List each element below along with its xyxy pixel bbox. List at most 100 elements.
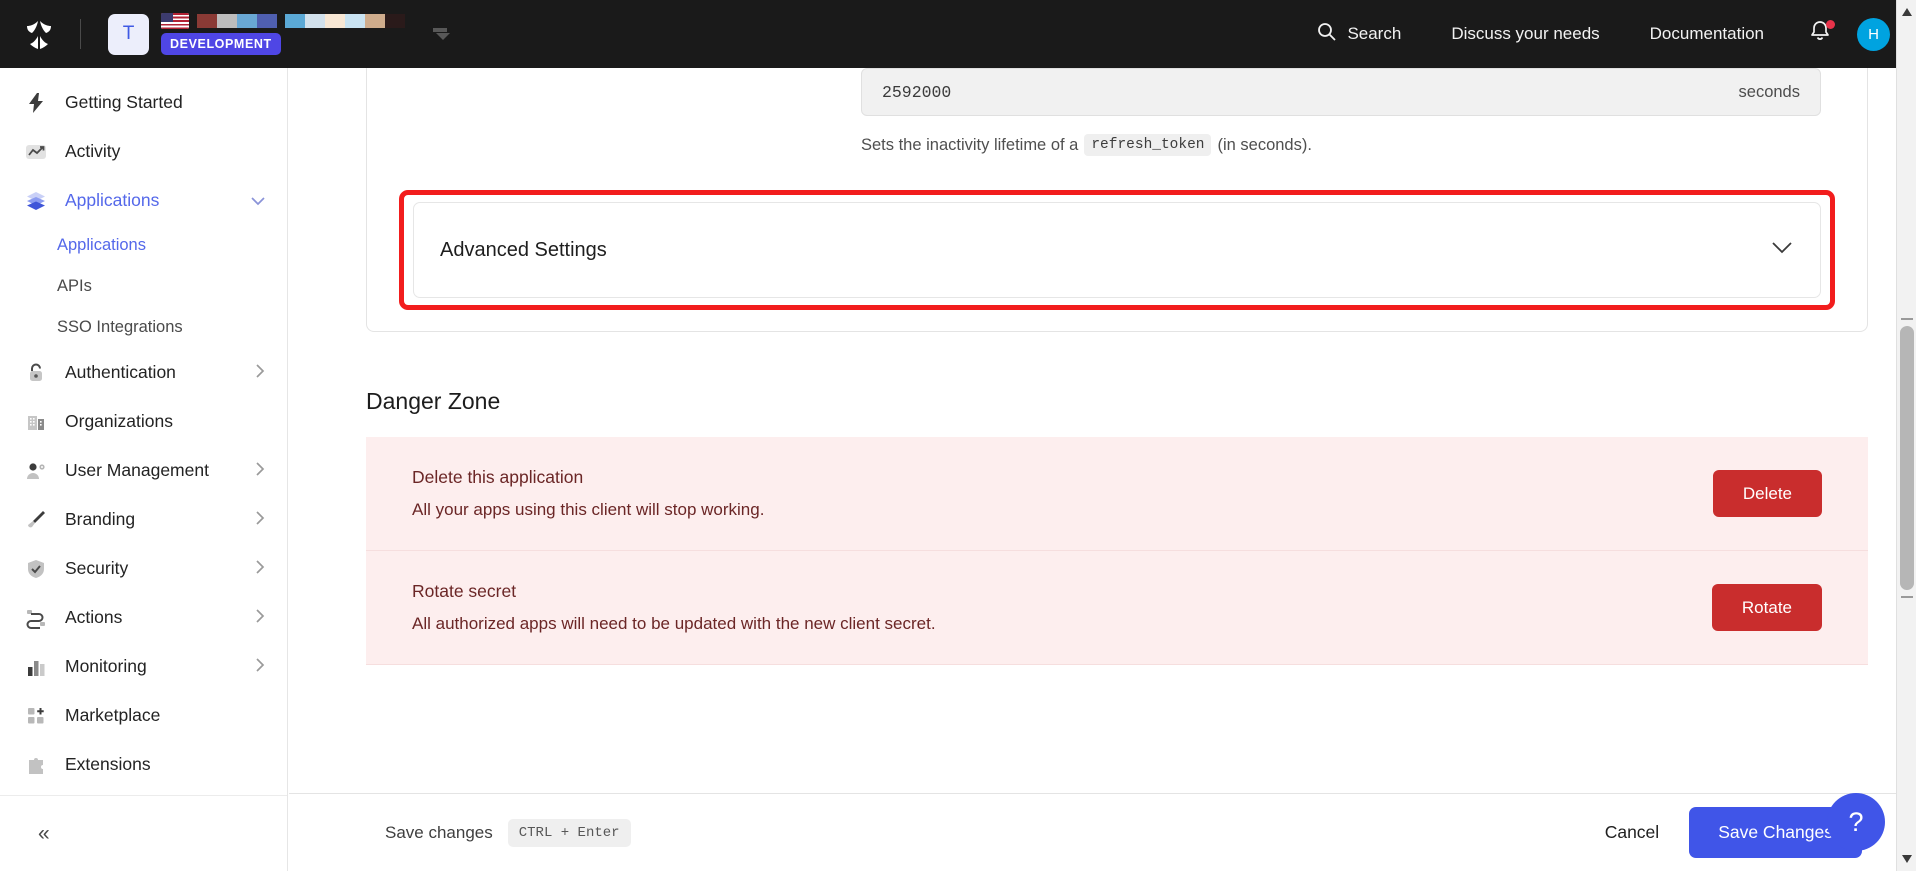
- chevron-right-icon[interactable]: [256, 460, 265, 481]
- user-gear-icon: [24, 459, 48, 483]
- sidebar-item-activity[interactable]: Activity: [0, 127, 287, 176]
- danger-action-button[interactable]: Rotate: [1711, 584, 1822, 631]
- color-swatch: [285, 14, 305, 28]
- chevron-right-icon[interactable]: [256, 607, 265, 628]
- discuss-needs-nav-item[interactable]: Discuss your needs: [1426, 0, 1624, 68]
- scrollbar-tick: [1901, 596, 1913, 598]
- sidebar-subitem-applications[interactable]: Applications: [0, 225, 287, 266]
- page-scrollbar-thumb[interactable]: [1900, 326, 1914, 590]
- tenant-avatar-tile[interactable]: T: [108, 13, 149, 55]
- bolt-icon: [24, 91, 48, 115]
- main-content: 2592000 seconds Sets the inactivity life…: [289, 68, 1896, 871]
- bar-chart-icon: [24, 655, 48, 679]
- color-swatch-group-2: [285, 14, 405, 28]
- avatar[interactable]: H: [1857, 17, 1890, 51]
- color-swatch: [217, 14, 237, 28]
- page-scroll-down-arrow-icon[interactable]: [1897, 849, 1916, 869]
- sidebar-item-label: Organizations: [65, 411, 173, 431]
- chevron-down-icon[interactable]: [431, 27, 453, 41]
- tenant-initial: T: [122, 23, 135, 44]
- chevron-right-icon[interactable]: [256, 362, 265, 383]
- sidebar-item-extensions[interactable]: Extensions: [0, 740, 287, 789]
- chevron-right-icon[interactable]: [256, 558, 265, 579]
- chevron-down-icon[interactable]: [1772, 241, 1792, 259]
- save-shortcut-hint: CTRL + Enter: [507, 818, 631, 847]
- sidebar-item-label: Authentication: [65, 362, 176, 382]
- sidebar-footer: «: [0, 795, 287, 871]
- sidebar: Getting Started Activity Applications Appli…: [0, 68, 288, 871]
- tenant-swatch-row: [161, 13, 405, 29]
- color-swatch: [257, 14, 277, 28]
- field-label-column: [413, 68, 861, 156]
- layers-icon: [24, 189, 48, 213]
- color-swatch-group-1: [197, 14, 277, 28]
- sidebar-item-branding[interactable]: Branding: [0, 495, 287, 544]
- search-icon: [1317, 22, 1337, 46]
- sidebar-item-label: Monitoring: [65, 656, 147, 676]
- refresh-token-lifetime-input[interactable]: 2592000 seconds: [861, 68, 1821, 116]
- sidebar-subitem-apis[interactable]: APIs: [0, 266, 287, 307]
- color-swatch: [197, 14, 217, 28]
- refresh-token-lifetime-value: 2592000: [882, 82, 952, 102]
- sidebar-item-label: Extensions: [65, 754, 151, 774]
- advanced-settings-wrapper: Advanced Settings: [399, 190, 1835, 310]
- refresh-token-lifetime-row: 2592000 seconds Sets the inactivity life…: [367, 68, 1867, 156]
- sidebar-subitem-label: Applications: [57, 236, 146, 254]
- color-swatch: [305, 14, 325, 28]
- puzzle-icon: [24, 753, 48, 777]
- sidebar-item-label: Marketplace: [65, 705, 161, 725]
- danger-row-title: Rotate secret: [412, 581, 517, 601]
- color-swatch: [237, 14, 257, 28]
- sidebar-item-marketplace[interactable]: Marketplace: [0, 691, 287, 740]
- paintbrush-icon: [24, 508, 48, 532]
- save-hint-label: Save changes: [385, 822, 493, 842]
- color-swatch: [385, 14, 405, 28]
- chevron-right-icon[interactable]: [256, 656, 265, 677]
- sidebar-item-actions[interactable]: Actions: [0, 593, 287, 642]
- flow-icon: [24, 606, 48, 630]
- double-chevron-left-icon[interactable]: «: [38, 822, 50, 846]
- danger-row-description: All authorized apps will need to be upda…: [412, 614, 936, 633]
- header-divider: [80, 19, 81, 49]
- scrollbar-tick: [1901, 318, 1913, 320]
- help-button[interactable]: ?: [1827, 793, 1885, 851]
- advanced-settings-accordion[interactable]: Advanced Settings: [413, 202, 1821, 298]
- settings-card: 2592000 seconds Sets the inactivity life…: [366, 68, 1868, 332]
- tenant-info: DEVELOPMENT: [161, 13, 405, 55]
- top-header-bar: T DEVELOPMENT Search Discuss your needs …: [0, 0, 1916, 68]
- settings-content: 2592000 seconds Sets the inactivity life…: [289, 68, 1896, 665]
- sidebar-nav-list: Getting Started Activity Applications Appli…: [0, 68, 287, 795]
- sidebar-item-getting-started[interactable]: Getting Started: [0, 78, 287, 127]
- documentation-nav-item[interactable]: Documentation: [1625, 0, 1789, 68]
- shield-logo-icon[interactable]: [22, 17, 56, 51]
- sidebar-item-monitoring[interactable]: Monitoring: [0, 642, 287, 691]
- page-scroll-up-arrow-icon[interactable]: [1897, 2, 1916, 22]
- notifications-button[interactable]: [1789, 0, 1851, 68]
- chevron-down-icon[interactable]: [251, 190, 265, 211]
- danger-row-text: Delete this application All your apps usi…: [412, 467, 764, 520]
- sidebar-subitem-label: APIs: [57, 277, 92, 295]
- us-flag-icon: [161, 13, 189, 29]
- search-label: Search: [1347, 24, 1402, 43]
- chevron-right-icon[interactable]: [256, 509, 265, 530]
- sidebar-item-authentication[interactable]: Authentication: [0, 348, 287, 397]
- danger-row-title: Delete this application: [412, 467, 584, 487]
- search-nav-item[interactable]: Search: [1292, 0, 1426, 68]
- sidebar-subitem-label: SSO Integrations: [57, 318, 183, 336]
- question-mark-icon: ?: [1848, 806, 1864, 837]
- sidebar-item-security[interactable]: Security: [0, 544, 287, 593]
- activity-chart-icon: [24, 140, 48, 164]
- cancel-button[interactable]: Cancel: [1583, 822, 1681, 843]
- help-prefix: Sets the inactivity lifetime of a: [861, 135, 1079, 154]
- advanced-settings-title: Advanced Settings: [440, 238, 607, 261]
- sidebar-item-organizations[interactable]: Organizations: [0, 397, 287, 446]
- danger-action-button[interactable]: Delete: [1712, 470, 1822, 517]
- grid-plus-icon: [24, 704, 48, 728]
- sidebar-item-user-management[interactable]: User Management: [0, 446, 287, 495]
- sidebar-subitem-sso-integrations[interactable]: SSO Integrations: [0, 307, 287, 348]
- sidebar-item-applications[interactable]: Applications: [0, 176, 287, 225]
- page-scrollbar[interactable]: [1896, 0, 1916, 871]
- danger-zone-heading: Danger Zone: [366, 388, 501, 414]
- color-swatch: [325, 14, 345, 28]
- danger-row-description: All your apps using this client will sto…: [412, 500, 765, 519]
